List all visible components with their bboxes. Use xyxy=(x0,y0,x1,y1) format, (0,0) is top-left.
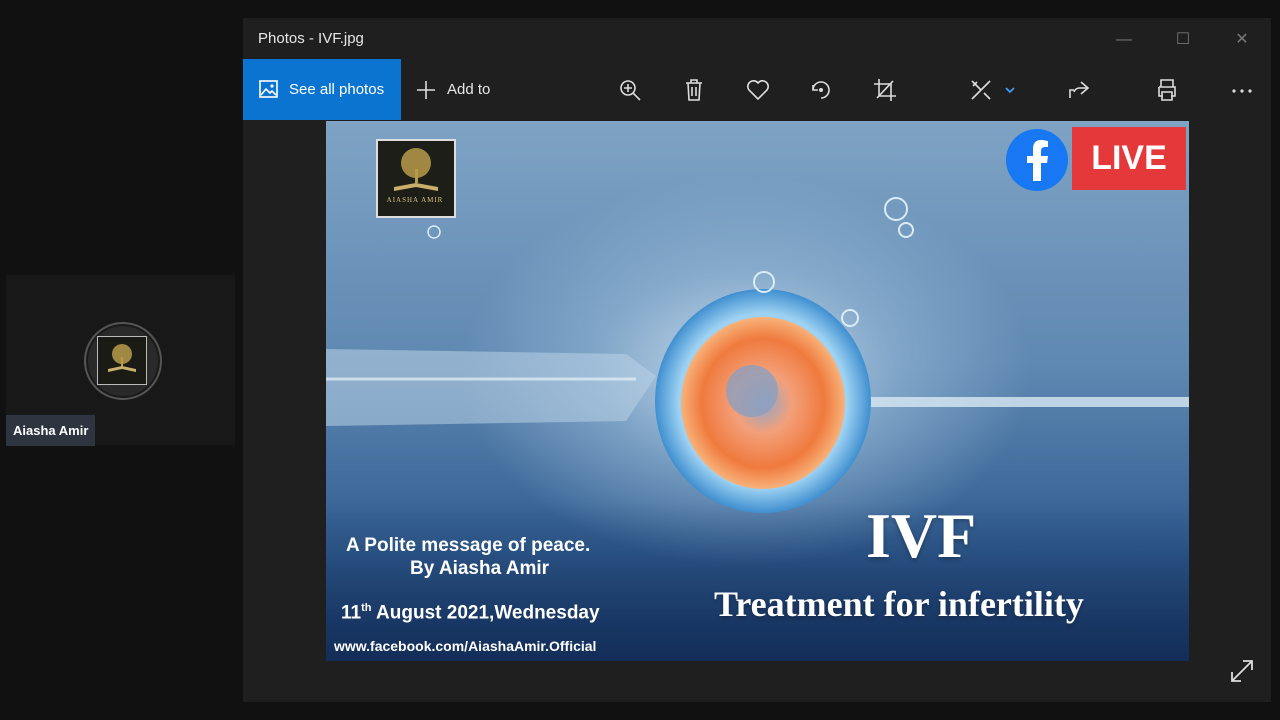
more-options-icon[interactable] xyxy=(1230,78,1254,102)
avatar-logo-image xyxy=(97,336,147,385)
ivf-title: IVF xyxy=(866,500,977,571)
edit-and-create-icon[interactable] xyxy=(969,78,993,102)
participant-name: Aiasha Amir xyxy=(6,415,96,446)
favorite-icon[interactable] xyxy=(746,78,770,102)
share-icon[interactable] xyxy=(1067,78,1091,102)
delete-icon[interactable] xyxy=(682,78,706,102)
date-rest: August 2021,Wednesday xyxy=(371,602,600,624)
print-icon[interactable] xyxy=(1155,78,1179,102)
event-date: 11th August 2021,Wednesday xyxy=(341,602,600,624)
minimize-button[interactable]: — xyxy=(1114,30,1134,50)
crop-icon[interactable] xyxy=(873,78,897,102)
maximize-button[interactable]: ☐ xyxy=(1173,30,1193,50)
date-suffix: th xyxy=(361,602,372,614)
message-line-2: By Aiasha Amir xyxy=(410,558,550,579)
date-day: 11 xyxy=(341,602,362,624)
facebook-icon xyxy=(1006,129,1068,191)
facebook-url: www.facebook.com/AiashaAmir.Official xyxy=(334,638,597,654)
live-badge: LIVE xyxy=(1072,127,1186,190)
zoom-in-icon[interactable] xyxy=(618,78,642,102)
rotate-icon[interactable] xyxy=(809,78,833,102)
close-button[interactable]: ✕ xyxy=(1232,30,1252,50)
expand-icon[interactable] xyxy=(1228,657,1256,685)
window-title: Photos - IVF.jpg xyxy=(258,30,364,47)
add-icon[interactable] xyxy=(416,80,436,100)
image-gallery-icon xyxy=(259,80,278,98)
logo-brand-name: AIASHA AMIR xyxy=(386,196,444,204)
photo-viewer-image: AIASHA AMIR LIVE A Polite message of pea… xyxy=(326,121,1189,661)
ivf-subtitle: Treatment for infertility xyxy=(714,584,1084,624)
add-to-button[interactable]: Add to xyxy=(447,81,490,98)
see-all-photos-label: See all photos xyxy=(289,81,385,98)
chevron-down-icon[interactable] xyxy=(1004,82,1016,94)
message-line-1: A Polite message of peace. xyxy=(346,535,591,556)
aiasha-amir-logo xyxy=(376,139,456,218)
